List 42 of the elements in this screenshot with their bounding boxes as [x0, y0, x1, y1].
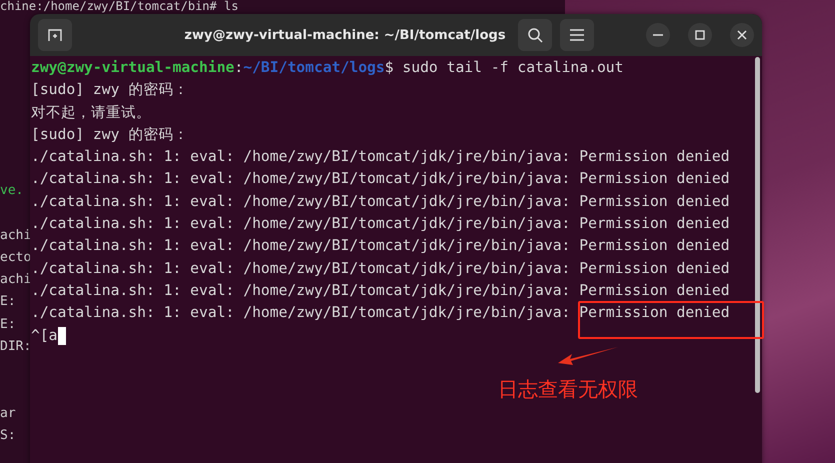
terminal-line: ./catalina.sh: 1: eval: /home/zwy/BI/tomcat/jdk/jre/bin/java: Permission denied	[31, 192, 730, 212]
command-text: $ sudo tail -f catalina.out	[384, 58, 624, 78]
terminal-line: achi	[0, 271, 30, 290]
terminal-line: S:	[0, 427, 17, 446]
terminal-line: ./catalina.sh: 1: eval: /home/zwy/BI/tomcat/jdk/jre/bin/java: Permission denied	[31, 214, 730, 234]
scrollbar[interactable]	[755, 57, 760, 393]
new-tab-button[interactable]	[38, 19, 72, 51]
prompt-user-host: zwy@zwy-virtual-machine	[31, 58, 234, 78]
minimize-button[interactable]	[646, 23, 670, 47]
terminal-line: ecto	[0, 248, 30, 267]
terminal-line: ./catalina.sh: 1: eval: /home/zwy/BI/tomcat/jdk/jre/bin/java: Permission denied	[31, 258, 730, 279]
prompt-separator: :	[234, 58, 244, 78]
window-title: zwy@zwy-virtual-machine: ~/BI/tomcat/logs	[183, 28, 507, 42]
terminal-line: DIR:	[0, 338, 30, 356]
minimize-icon	[653, 34, 663, 36]
new-tab-icon	[47, 28, 63, 42]
search-icon	[527, 27, 543, 43]
text-cursor	[58, 326, 66, 345]
terminal-line: chine:/home/zwy/BI/tomcat/bin# ls	[0, 0, 238, 13]
terminal-line: 对不起，请重试。	[31, 102, 151, 123]
terminal-line: [sudo] zwy 的密码：	[31, 124, 188, 145]
terminal-line: ./catalina.sh: 1: eval: /home/zwy/BI/tomcat/jdk/jre/bin/java: Permission denied	[31, 147, 730, 168]
terminal-line: ve.	[0, 182, 24, 200]
search-button[interactable]	[518, 19, 552, 51]
terminal-line: ar	[0, 404, 17, 423]
maximize-button[interactable]	[688, 23, 712, 47]
menu-icon	[570, 29, 584, 41]
terminal-line: [sudo] zwy 的密码：	[31, 80, 188, 100]
typed-text: ^[a	[31, 326, 58, 346]
terminal-line: ./catalina.sh: 1: eval: /home/zwy/BI/tomcat/jdk/jre/bin/java: Permission denied	[31, 280, 730, 301]
maximize-icon	[695, 30, 705, 40]
terminal-line: E:	[0, 316, 17, 334]
close-icon	[737, 30, 747, 40]
terminal-line: ./catalina.sh: 1: eval: /home/zwy/BI/tomcat/jdk/jre/bin/java: Permission denied	[31, 303, 730, 324]
terminal-line: E:	[0, 293, 17, 312]
annotation-text: 日志查看无权限	[498, 376, 638, 403]
menu-button[interactable]	[560, 19, 594, 51]
prompt-path: ~/BI/tomcat/logs	[243, 58, 385, 78]
terminal-line: achi	[0, 226, 30, 245]
close-button[interactable]	[730, 23, 754, 47]
terminal-line: ./catalina.sh: 1: eval: /home/zwy/BI/tomcat/jdk/jre/bin/java: Permission denied	[31, 236, 730, 256]
terminal-line: ./catalina.sh: 1: eval: /home/zwy/BI/tomcat/jdk/jre/bin/java: Permission denied	[31, 169, 730, 190]
